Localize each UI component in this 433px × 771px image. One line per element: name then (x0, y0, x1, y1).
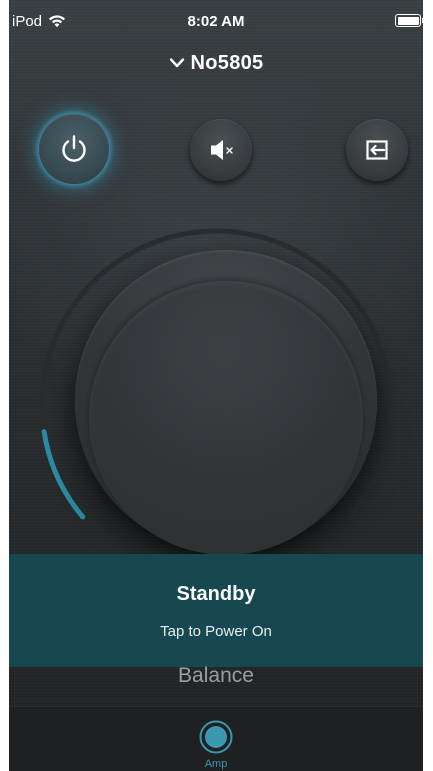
volume-knob-face[interactable] (89, 281, 363, 555)
status-bar: iPod 8:02 AM (9, 0, 423, 38)
status-time: 8:02 AM (187, 13, 245, 30)
standby-subtitle: Tap to Power On (160, 623, 272, 640)
mute-button[interactable] (190, 119, 252, 181)
tab-amp[interactable]: Amp (9, 707, 423, 771)
input-select-button[interactable] (346, 119, 408, 181)
balance-label: Balance (178, 664, 254, 687)
volume-knob-area (9, 205, 423, 565)
standby-title: Standby (176, 583, 256, 605)
input-source-icon (366, 140, 388, 160)
speaker-mute-icon (211, 140, 233, 160)
power-button[interactable] (39, 114, 109, 184)
volume-level-arc (41, 429, 86, 520)
battery-icon (395, 14, 423, 27)
battery-fill (397, 16, 419, 25)
power-icon (62, 135, 86, 162)
device-name: No5805 (190, 51, 264, 74)
device-selector[interactable]: No5805 (9, 48, 423, 78)
tab-amp-label: Amp (204, 758, 228, 770)
standby-banner[interactable]: Standby Tap to Power On (9, 554, 423, 667)
amp-knob-icon (199, 720, 233, 754)
app-screen: iPod 8:02 AM No5805 Standby Tap to Power… (9, 0, 423, 771)
chevron-down-icon (169, 58, 184, 68)
tab-bar: Amp (9, 706, 423, 771)
